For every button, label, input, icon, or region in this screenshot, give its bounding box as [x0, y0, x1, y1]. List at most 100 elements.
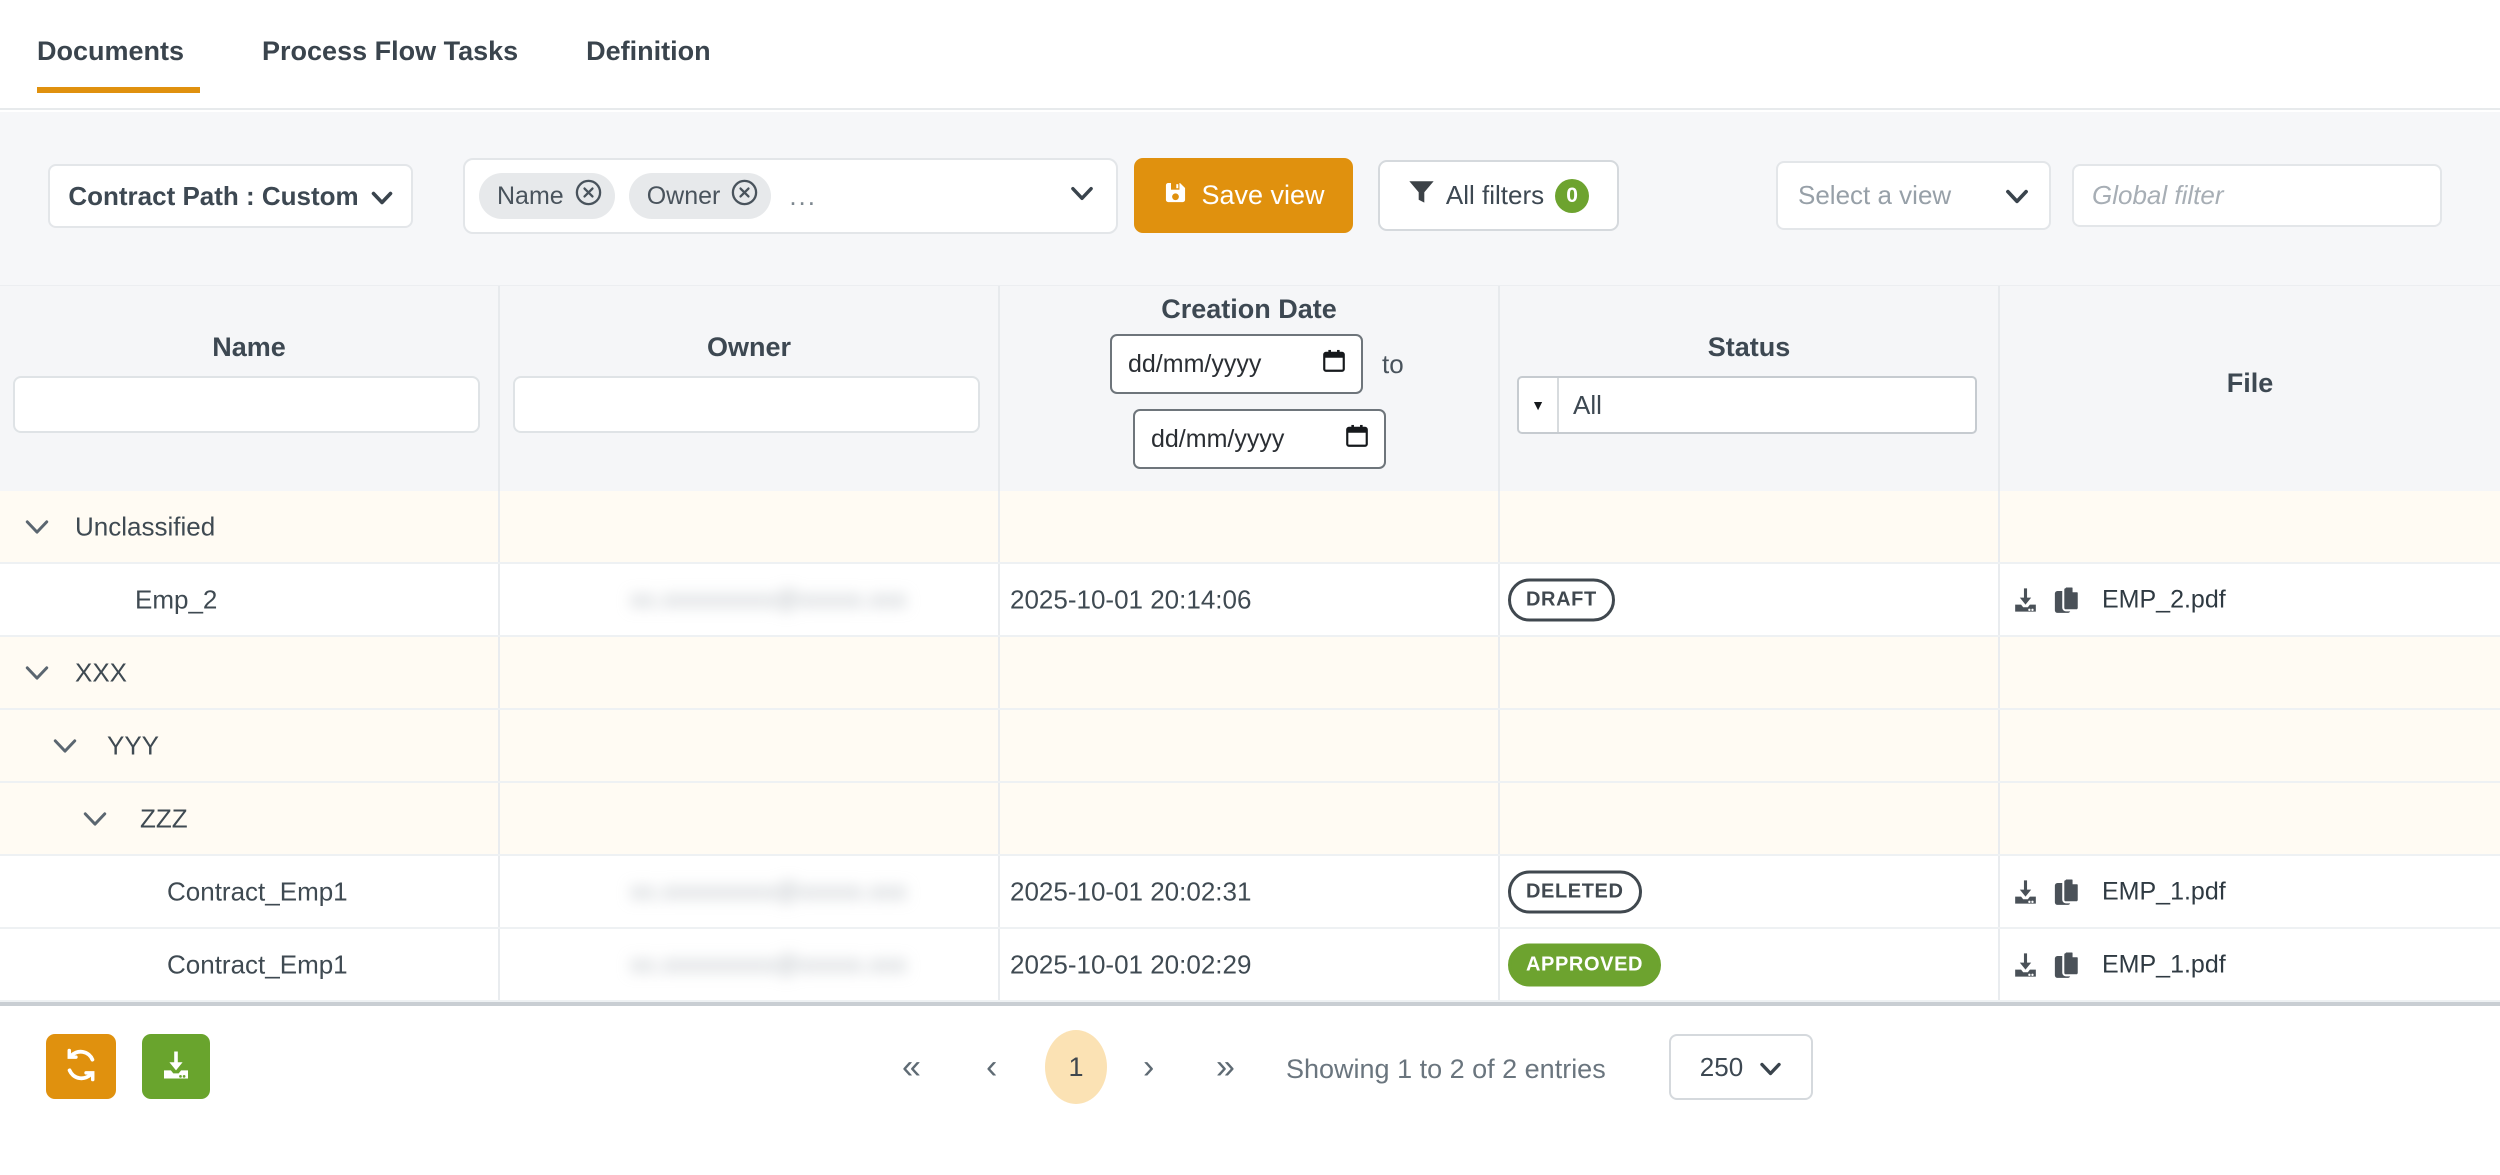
contract-path-dropdown-label: Contract Path : Custom [68, 181, 358, 212]
file-cell [2000, 637, 2500, 708]
chip-remove-icon[interactable] [730, 178, 759, 214]
documents-page: Documents Process Flow Tasks Definition … [0, 0, 2500, 1175]
creation-date-value: 2025-10-01 20:02:29 [1010, 949, 1251, 980]
collapse-chevron-icon[interactable] [24, 519, 50, 535]
collapse-chevron-icon[interactable] [82, 811, 108, 827]
date-placeholder: dd/mm/yyyy [1128, 350, 1261, 379]
creation-date-cell [1000, 637, 1500, 708]
creation-date-cell: 2025-10-01 20:02:29 [1000, 929, 1500, 1000]
global-filter-input[interactable] [2072, 164, 2442, 227]
chevron-down-icon[interactable] [1070, 186, 1094, 206]
pagination-prev-button[interactable]: ‹ [986, 1044, 997, 1092]
table-header: Name Owner Creation Date dd/mm/yyyy to d… [0, 285, 2500, 491]
download-icon [158, 1047, 194, 1086]
file-cell [2000, 783, 2500, 854]
group-row[interactable]: XXX [0, 637, 2500, 710]
collapse-chevron-icon[interactable] [24, 665, 50, 681]
document-row[interactable]: Contract_Emp1xx.xxxxxxxxx@xxxxx.xxx2025-… [0, 856, 2500, 929]
download-icon[interactable] [2010, 876, 2041, 907]
creation-date-cell [1000, 783, 1500, 854]
all-filters-button[interactable]: All filters 0 [1378, 160, 1619, 231]
status-cell: DELETED [1500, 856, 2000, 927]
owner-cell [500, 637, 1000, 708]
chevron-down-icon [1759, 1052, 1782, 1083]
owner-cell [500, 491, 1000, 562]
tab-bar: Documents Process Flow Tasks Definition [0, 0, 2500, 110]
date-range-to-label: to [1382, 349, 1404, 380]
file-cell: EMP_1.pdf [2000, 856, 2500, 927]
name-cell: XXX [0, 637, 500, 708]
chevron-down-icon [2005, 180, 2029, 211]
calendar-icon[interactable] [1321, 348, 1347, 381]
column-owner-label: Owner [500, 332, 998, 363]
document-row[interactable]: Contract_Emp1 xx.xxxxxxxxx@xxxxx.xxx 2025-… [0, 929, 2500, 1002]
copy-icon[interactable] [2051, 584, 2082, 615]
tab-definition[interactable]: Definition [586, 22, 716, 93]
file-name[interactable]: EMP_1.pdf [2102, 950, 2226, 979]
contract-path-dropdown[interactable]: Contract Path : Custom [48, 164, 413, 228]
page-size-select[interactable]: 250 [1669, 1034, 1813, 1100]
column-creation-date-label: Creation Date [1000, 294, 1498, 325]
group-row[interactable]: YYY [0, 710, 2500, 783]
document-row[interactable]: Emp_2xx.xxxxxxxxx@xxxxx.xxx2025-10-01 20… [0, 564, 2500, 637]
tab-process-flow-tasks[interactable]: Process Flow Tasks [262, 22, 524, 93]
status-badge: DELETED [1508, 870, 1642, 913]
status-cell [1500, 710, 2000, 781]
pagination-current-page[interactable]: 1 [1045, 1030, 1107, 1104]
owner-filter-input[interactable] [513, 376, 980, 433]
copy-icon[interactable] [2051, 876, 2082, 907]
file-name[interactable]: EMP_1.pdf [2102, 877, 2226, 906]
select-view-placeholder: Select a view [1798, 180, 1951, 211]
pagination-first-button[interactable]: « [902, 1044, 921, 1092]
status-filter-select[interactable]: ▼ All [1517, 376, 1977, 434]
calendar-icon[interactable] [1344, 423, 1370, 456]
filter-chip-name[interactable]: Name [479, 173, 615, 219]
pagination-last-button[interactable]: » [1216, 1044, 1235, 1092]
column-name: Name [0, 286, 500, 491]
pagination-next-button[interactable]: › [1143, 1044, 1154, 1092]
file-cell [2000, 491, 2500, 562]
file-cell: EMP_1.pdf [2000, 929, 2500, 1000]
status-cell [1500, 637, 2000, 708]
name-filter-input[interactable] [13, 376, 480, 433]
document-name: Contract_Emp1 [167, 949, 348, 980]
chips-ellipsis: ... [789, 181, 817, 212]
active-filter-chips-box[interactable]: Name Owner ... [463, 158, 1118, 234]
caret-down-icon[interactable]: ▼ [1519, 378, 1559, 432]
group-row[interactable]: Unclassified [0, 491, 2500, 564]
creation-date-value: 2025-10-01 20:02:31 [1010, 876, 1251, 907]
group-row[interactable]: ZZZ [0, 783, 2500, 856]
tab-documents[interactable]: Documents [37, 22, 200, 93]
status-cell: APPROVED [1500, 929, 2000, 1000]
owner-cell: xx.xxxxxxxxx@xxxxx.xxx [500, 929, 1000, 1000]
export-download-button[interactable] [142, 1034, 210, 1099]
filter-chip-owner[interactable]: Owner [629, 173, 772, 219]
save-view-label: Save view [1201, 180, 1324, 211]
chip-remove-icon[interactable] [574, 178, 603, 214]
owner-redacted: xx.xxxxxxxxx@xxxxx.xxx [630, 585, 907, 614]
group-label: ZZZ [140, 803, 188, 834]
status-cell [1500, 491, 2000, 562]
collapse-chevron-icon[interactable] [52, 738, 78, 754]
save-view-button[interactable]: Save view [1134, 158, 1353, 233]
creation-date-to-input[interactable]: dd/mm/yyyy [1133, 409, 1386, 469]
column-owner: Owner [500, 286, 1000, 491]
refresh-button[interactable] [46, 1034, 116, 1099]
status-badge: APPROVED [1508, 943, 1661, 986]
select-view-dropdown[interactable]: Select a view [1776, 161, 2051, 230]
owner-redacted: xx.xxxxxxxxx@xxxxx.xxx [630, 877, 907, 906]
creation-date-cell [1000, 491, 1500, 562]
download-icon[interactable] [2010, 584, 2041, 615]
download-icon[interactable] [2010, 949, 2041, 980]
name-cell: Unclassified [0, 491, 500, 562]
owner-cell [500, 710, 1000, 781]
footer-bar: « ‹ 1 › » Showing 1 to 2 of 2 entries 25… [0, 1006, 2500, 1175]
file-name[interactable]: EMP_2.pdf [2102, 585, 2226, 614]
copy-icon[interactable] [2051, 949, 2082, 980]
name-cell: YYY [0, 710, 500, 781]
creation-date-from-input[interactable]: dd/mm/yyyy [1110, 334, 1363, 394]
column-status: Status ▼ All [1500, 286, 2000, 491]
file-cell: EMP_2.pdf [2000, 564, 2500, 635]
all-filters-label: All filters [1446, 180, 1544, 211]
showing-entries-text: Showing 1 to 2 of 2 entries [1286, 1054, 1606, 1085]
